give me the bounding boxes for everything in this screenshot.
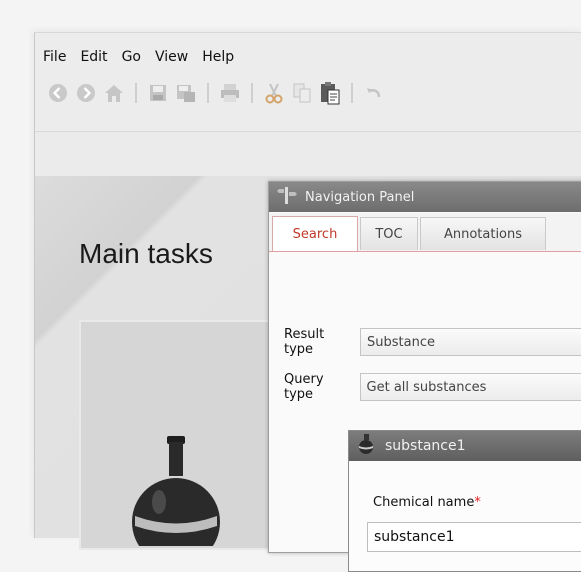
toolbar-separator bbox=[351, 83, 353, 103]
substance-window-header[interactable]: substance1 bbox=[349, 431, 581, 461]
required-marker: * bbox=[474, 495, 481, 510]
toolbar-separator bbox=[135, 83, 137, 103]
substance-window: substance1 Chemical name* substance1 bbox=[348, 430, 581, 572]
back-icon[interactable] bbox=[47, 82, 69, 104]
tab-annotations[interactable]: Annotations bbox=[420, 217, 546, 250]
copy-icon[interactable] bbox=[291, 82, 313, 104]
menu-help[interactable]: Help bbox=[194, 49, 240, 65]
chemical-name-input[interactable]: substance1 bbox=[367, 522, 581, 552]
tab-toc[interactable]: TOC bbox=[360, 217, 418, 250]
menu-view[interactable]: View bbox=[147, 49, 194, 65]
menu-file[interactable]: File bbox=[35, 49, 72, 65]
menu-bar: File Edit Go View Help bbox=[35, 45, 581, 69]
flask-icon bbox=[131, 436, 221, 566]
menu-go[interactable]: Go bbox=[114, 49, 147, 65]
print-icon[interactable] bbox=[219, 82, 241, 104]
result-type-select[interactable]: Substance bbox=[360, 328, 581, 356]
toolbar-separator bbox=[207, 83, 209, 103]
toolbar bbox=[35, 77, 581, 109]
save-icon[interactable] bbox=[147, 82, 169, 104]
query-type-label: Query type bbox=[284, 372, 324, 402]
result-type-label: Result type bbox=[284, 327, 325, 357]
navigation-panel: Navigation Panel Search TOC Annotations … bbox=[268, 181, 581, 572]
query-type-select[interactable]: Get all substances bbox=[359, 373, 581, 401]
application-window: File Edit Go View Help Main tasks Naviga… bbox=[34, 32, 581, 572]
home-icon[interactable] bbox=[103, 82, 125, 104]
page-title: Main tasks bbox=[79, 238, 213, 269]
navigation-panel-header[interactable]: Navigation Panel bbox=[269, 182, 581, 212]
substance-window-title: substance1 bbox=[385, 438, 466, 454]
navigation-tabs: Search TOC Annotations bbox=[269, 213, 581, 252]
chemical-name-label: Chemical name* bbox=[373, 495, 481, 510]
chemical-name-label-text: Chemical name bbox=[373, 495, 475, 510]
navigation-panel-title: Navigation Panel bbox=[305, 189, 415, 205]
paste-icon[interactable] bbox=[319, 82, 341, 105]
signpost-icon bbox=[277, 186, 297, 208]
toolbar-separator bbox=[251, 83, 253, 103]
menu-edit[interactable]: Edit bbox=[72, 49, 113, 65]
result-type-row: Result type Substance bbox=[284, 327, 581, 357]
tab-search[interactable]: Search bbox=[272, 216, 358, 251]
secondary-toolbar bbox=[35, 131, 581, 177]
forward-icon[interactable] bbox=[75, 82, 97, 104]
query-type-row: Query type Get all substances bbox=[284, 372, 581, 402]
flask-icon bbox=[357, 434, 375, 458]
save-as-icon[interactable] bbox=[175, 82, 197, 104]
cut-icon[interactable] bbox=[263, 82, 285, 104]
undo-icon[interactable] bbox=[363, 82, 385, 104]
